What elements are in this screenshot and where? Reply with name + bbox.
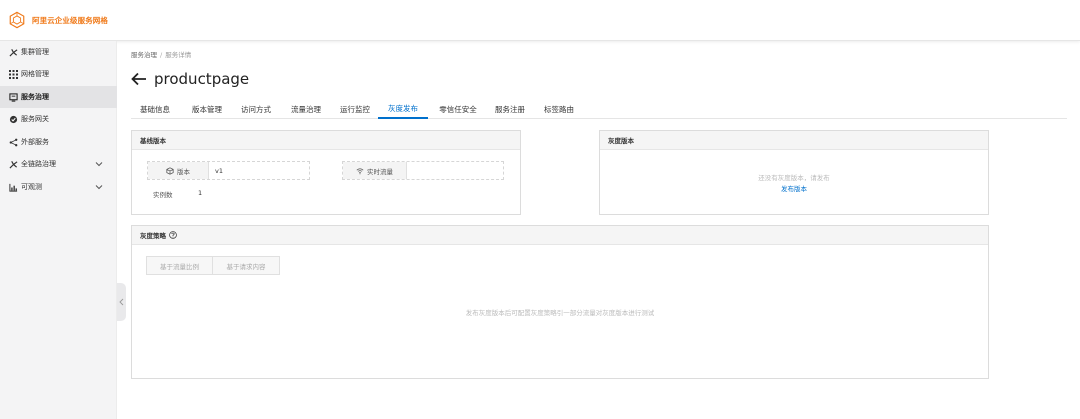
tab-version-management[interactable]: 版本管理 <box>183 99 231 119</box>
tab-basic-info[interactable]: 基础信息 <box>131 99 179 119</box>
strategy-by-traffic-ratio-button[interactable]: 基于流量比例 <box>146 256 213 275</box>
panel-title: 灰度策略 <box>140 232 166 240</box>
share-icon <box>8 137 18 147</box>
back-arrow-icon[interactable] <box>131 72 147 86</box>
sidebar-item-external-service[interactable]: 外部服务 <box>0 131 117 153</box>
chevron-down-icon[interactable] <box>95 160 103 168</box>
tab-runtime-monitoring[interactable]: 运行监控 <box>331 99 379 119</box>
logo[interactable]: 阿里云企业级服务网格 <box>8 11 108 29</box>
app-title: 阿里云企业级服务网格 <box>32 15 108 25</box>
page-title: productpage <box>154 70 250 88</box>
strategy-by-request-content-button[interactable]: 基于请求内容 <box>213 256 280 275</box>
tab-access-method[interactable]: 访问方式 <box>232 99 280 119</box>
sidebar-item-label: 网格管理 <box>21 70 49 78</box>
sidebar-collapse-handle[interactable] <box>117 283 126 321</box>
sidebar-item-label: 全链路治理 <box>21 160 56 168</box>
sidebar-item-observability[interactable]: 可观测 <box>0 176 117 198</box>
chevron-left-icon <box>119 298 124 306</box>
cube-icon <box>166 166 174 175</box>
trace-icon <box>8 159 18 169</box>
help-icon[interactable] <box>169 231 177 239</box>
page-header: productpage <box>131 69 249 89</box>
top-bar: 阿里云企业级服务网格 <box>0 0 1080 41</box>
sidebar-item-label: 服务治理 <box>21 93 49 101</box>
mesh-logo-icon <box>9 11 25 29</box>
publish-version-link[interactable]: 发布版本 <box>599 183 989 193</box>
tab-label-routing[interactable]: 标签路由 <box>535 99 583 119</box>
breadcrumb: 服务治理 / 服务详情 <box>131 49 191 59</box>
breadcrumb-current: 服务详情 <box>165 51 192 59</box>
sidebar: 集群管理 网格管理 服务治理 服务网关 外部服务 全链路治理 可观测 <box>0 41 117 419</box>
tab-service-registry[interactable]: 服务注册 <box>486 99 534 119</box>
tab-canary-release[interactable]: 灰度发布 <box>378 99 428 119</box>
breadcrumb-root[interactable]: 服务治理 <box>131 51 157 59</box>
instance-count-label: 实例数 <box>153 191 173 199</box>
grid-icon <box>8 69 18 79</box>
canary-strategy-panel: 灰度策略 <box>131 225 989 379</box>
traffic-label-text: 实时流量 <box>367 167 393 176</box>
sidebar-item-mesh[interactable]: 网格管理 <box>0 63 117 85</box>
sidebar-item-label: 可观测 <box>21 183 42 191</box>
strategy-empty-message: 发布灰度版本后可配置灰度策略引一部分流量对灰度版本进行测试 <box>465 309 655 317</box>
version-label-text: 版本 <box>177 167 190 176</box>
sidebar-item-service-governance[interactable]: 服务治理 <box>0 86 117 108</box>
service-icon <box>8 92 18 102</box>
traffic-value <box>407 162 413 179</box>
baseline-version-field: 版本 v1 <box>147 161 310 180</box>
traffic-label: 实时流量 <box>343 162 407 179</box>
panel-title: 基线版本 <box>132 131 520 150</box>
canary-empty-message: 还没有灰度版本，请发布 <box>758 174 830 182</box>
tab-bar: 基础信息 版本管理 访问方式 流量治理 运行监控 灰度发布 零信任安全 服务注册… <box>131 99 1067 119</box>
gateway-icon <box>8 114 18 124</box>
realtime-traffic-field: 实时流量 <box>342 161 504 180</box>
tab-zero-trust-security[interactable]: 零信任安全 <box>431 99 485 119</box>
panel-title-row: 灰度策略 <box>132 226 988 245</box>
chevron-down-icon[interactable] <box>95 183 103 191</box>
instance-count-value: 1 <box>198 189 203 197</box>
sidebar-item-cluster[interactable]: 集群管理 <box>0 41 117 63</box>
tab-traffic-governance[interactable]: 流量治理 <box>282 99 330 119</box>
strategy-segmented-control: 基于流量比例 基于请求内容 <box>146 256 280 275</box>
version-label: 版本 <box>148 162 209 179</box>
sidebar-item-label: 服务网关 <box>21 115 49 123</box>
breadcrumb-separator: / <box>160 51 163 59</box>
version-value: v1 <box>215 166 223 175</box>
sidebar-item-label: 集群管理 <box>21 48 49 56</box>
sidebar-item-label: 外部服务 <box>21 138 49 146</box>
chart-icon <box>8 182 18 192</box>
wifi-icon <box>356 167 364 174</box>
sidebar-item-gateway[interactable]: 服务网关 <box>0 108 117 130</box>
cluster-icon <box>8 47 18 57</box>
panel-title: 灰度版本 <box>600 131 988 150</box>
sidebar-item-full-trace[interactable]: 全链路治理 <box>0 153 117 175</box>
